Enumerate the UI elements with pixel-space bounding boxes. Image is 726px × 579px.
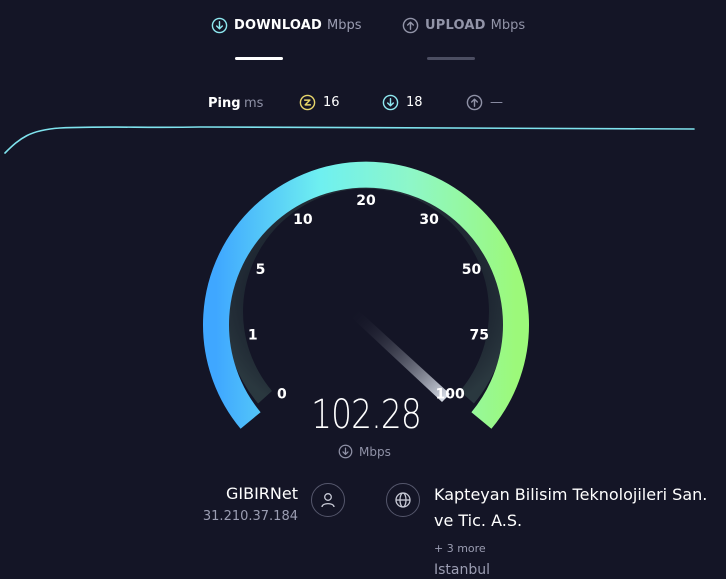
arrow-down-circle-icon (211, 17, 228, 33)
ping-jitter-value: 16 (323, 95, 340, 110)
ping-label: Ping (208, 96, 241, 111)
ping-row: Ping ms 16 18 — (0, 94, 726, 116)
provider-info: GIBIRNet 31.210.37.184 (203, 484, 298, 524)
tab-download[interactable]: DOWNLOAD Mbps (211, 14, 362, 36)
provider-name: GIBIRNet (225, 484, 298, 503)
tab-download-label: DOWNLOAD (234, 17, 323, 33)
user-icon (311, 483, 345, 517)
ping-download-value: 18 (406, 95, 423, 110)
gauge-tick-label: 1 (248, 328, 258, 344)
tab-upload-label: UPLOAD (425, 17, 486, 33)
tab-upload-unit: Mbps (490, 17, 526, 33)
provider-ip: 31.210.37.184 (202, 509, 298, 524)
arrow-down-circle-icon (338, 444, 353, 459)
ping-download[interactable]: 18 (382, 94, 423, 111)
speed-graph-line (4, 125, 695, 154)
speed-unit-label: Mbps (359, 444, 391, 459)
ping-unit: ms (244, 96, 264, 111)
server-info: Kapteyan Bilisim Teknolojileri San. ve T… (434, 482, 714, 578)
speed-value: 102.28 (311, 392, 422, 438)
ping-upload-value: — (490, 95, 503, 110)
server-name[interactable]: Kapteyan Bilisim Teknolojileri San. ve T… (434, 482, 714, 534)
tab-download-unit: Mbps (327, 17, 362, 33)
arrow-down-circle-icon (382, 94, 399, 111)
arrow-up-circle-icon (402, 17, 419, 33)
gauge-tick-label: 75 (470, 328, 489, 344)
tab-upload[interactable]: UPLOAD Mbps (402, 14, 525, 36)
speed-graph (4, 125, 695, 154)
ping-jitter[interactable]: 16 (299, 94, 340, 111)
ping-upload[interactable]: — (466, 94, 503, 111)
bolt-circle-icon (299, 94, 316, 111)
speed-unit: Mbps (338, 444, 391, 459)
result-tabs: DOWNLOAD Mbps UPLOAD Mbps (0, 0, 726, 70)
gauge-tick-label: 20 (356, 193, 376, 209)
tab-upload-underline (427, 57, 475, 60)
gauge-tick-label: 10 (293, 212, 313, 228)
arrow-up-circle-icon (466, 94, 483, 111)
server-city: Istanbul (434, 562, 491, 578)
server-more-link[interactable]: + 3 more (434, 542, 714, 555)
tab-download-underline (235, 57, 283, 60)
gauge-tick-label: 5 (256, 262, 266, 278)
gauge-tick-label: 30 (419, 212, 439, 228)
gauge-tick-label: 50 (462, 262, 482, 278)
globe-icon[interactable] (386, 483, 420, 517)
